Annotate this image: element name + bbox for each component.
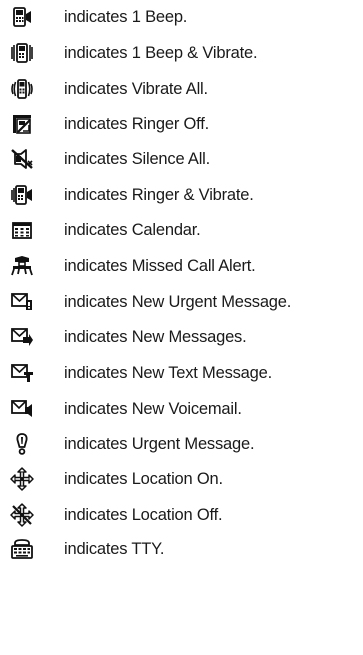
legend-row-ringer-and-vibrate: indicates Ringer & Vibrate. — [0, 180, 363, 210]
legend-label: indicates Urgent Message. — [64, 435, 255, 453]
legend-label: indicates Vibrate All. — [64, 80, 208, 98]
legend-row-location-on: indicates Location On. — [0, 464, 363, 494]
one-beep-and-vibrate-icon — [10, 41, 34, 65]
legend-row-location-off: indicates Location Off. — [0, 500, 363, 530]
legend-label: indicates 1 Beep & Vibrate. — [64, 44, 258, 62]
legend-label: indicates TTY. — [64, 540, 165, 558]
new-text-message-icon — [10, 361, 34, 385]
legend-label: indicates New Messages. — [64, 328, 247, 346]
legend-row-new-messages: indicates New Messages. — [0, 322, 363, 352]
legend-label: indicates Ringer Off. — [64, 115, 209, 133]
location-off-icon — [10, 503, 34, 527]
location-on-icon — [10, 467, 34, 491]
silence-all-icon — [10, 147, 34, 171]
legend-label: indicates New Voicemail. — [64, 400, 242, 418]
legend-row-tty: indicates TTY. — [0, 534, 363, 564]
legend-label: indicates Location On. — [64, 470, 223, 488]
legend-row-vibrate-all: indicates Vibrate All. — [0, 74, 363, 104]
legend-label: indicates New Urgent Message. — [64, 293, 292, 311]
ringer-and-vibrate-icon — [10, 183, 34, 207]
calendar-icon — [10, 218, 34, 242]
tty-icon — [10, 537, 34, 561]
legend-label: indicates Ringer & Vibrate. — [64, 186, 254, 204]
legend-row-new-urgent-message: indicates New Urgent Message. — [0, 287, 363, 317]
one-beep-icon — [10, 5, 34, 29]
urgent-message-icon — [10, 432, 34, 456]
legend-row-urgent-message: indicates Urgent Message. — [0, 429, 363, 459]
vibrate-all-icon — [10, 77, 34, 101]
legend-label: indicates Location Off. — [64, 506, 223, 524]
legend-row-missed-call-alert: indicates Missed Call Alert. — [0, 251, 363, 281]
legend-row-silence-all: indicates Silence All. — [0, 144, 363, 174]
legend-row-new-text-message: indicates New Text Message. — [0, 358, 363, 388]
legend-label: indicates Silence All. — [64, 150, 211, 168]
legend-label: indicates Missed Call Alert. — [64, 257, 256, 275]
new-urgent-message-icon — [10, 290, 34, 314]
new-voicemail-icon — [10, 397, 34, 421]
legend-row-one-beep: indicates 1 Beep. — [0, 2, 363, 32]
missed-call-alert-icon — [10, 254, 34, 278]
legend-label: indicates New Text Message. — [64, 364, 272, 382]
legend-row-ringer-off: indicates Ringer Off. — [0, 109, 363, 139]
legend-label: indicates 1 Beep. — [64, 8, 188, 26]
legend-row-calendar: indicates Calendar. — [0, 215, 363, 245]
legend-label: indicates Calendar. — [64, 221, 201, 239]
new-messages-icon — [10, 325, 34, 349]
legend-row-one-beep-and-vibrate: indicates 1 Beep & Vibrate. — [0, 38, 363, 68]
legend-row-new-voicemail: indicates New Voicemail. — [0, 394, 363, 424]
ringer-off-icon — [10, 112, 34, 136]
